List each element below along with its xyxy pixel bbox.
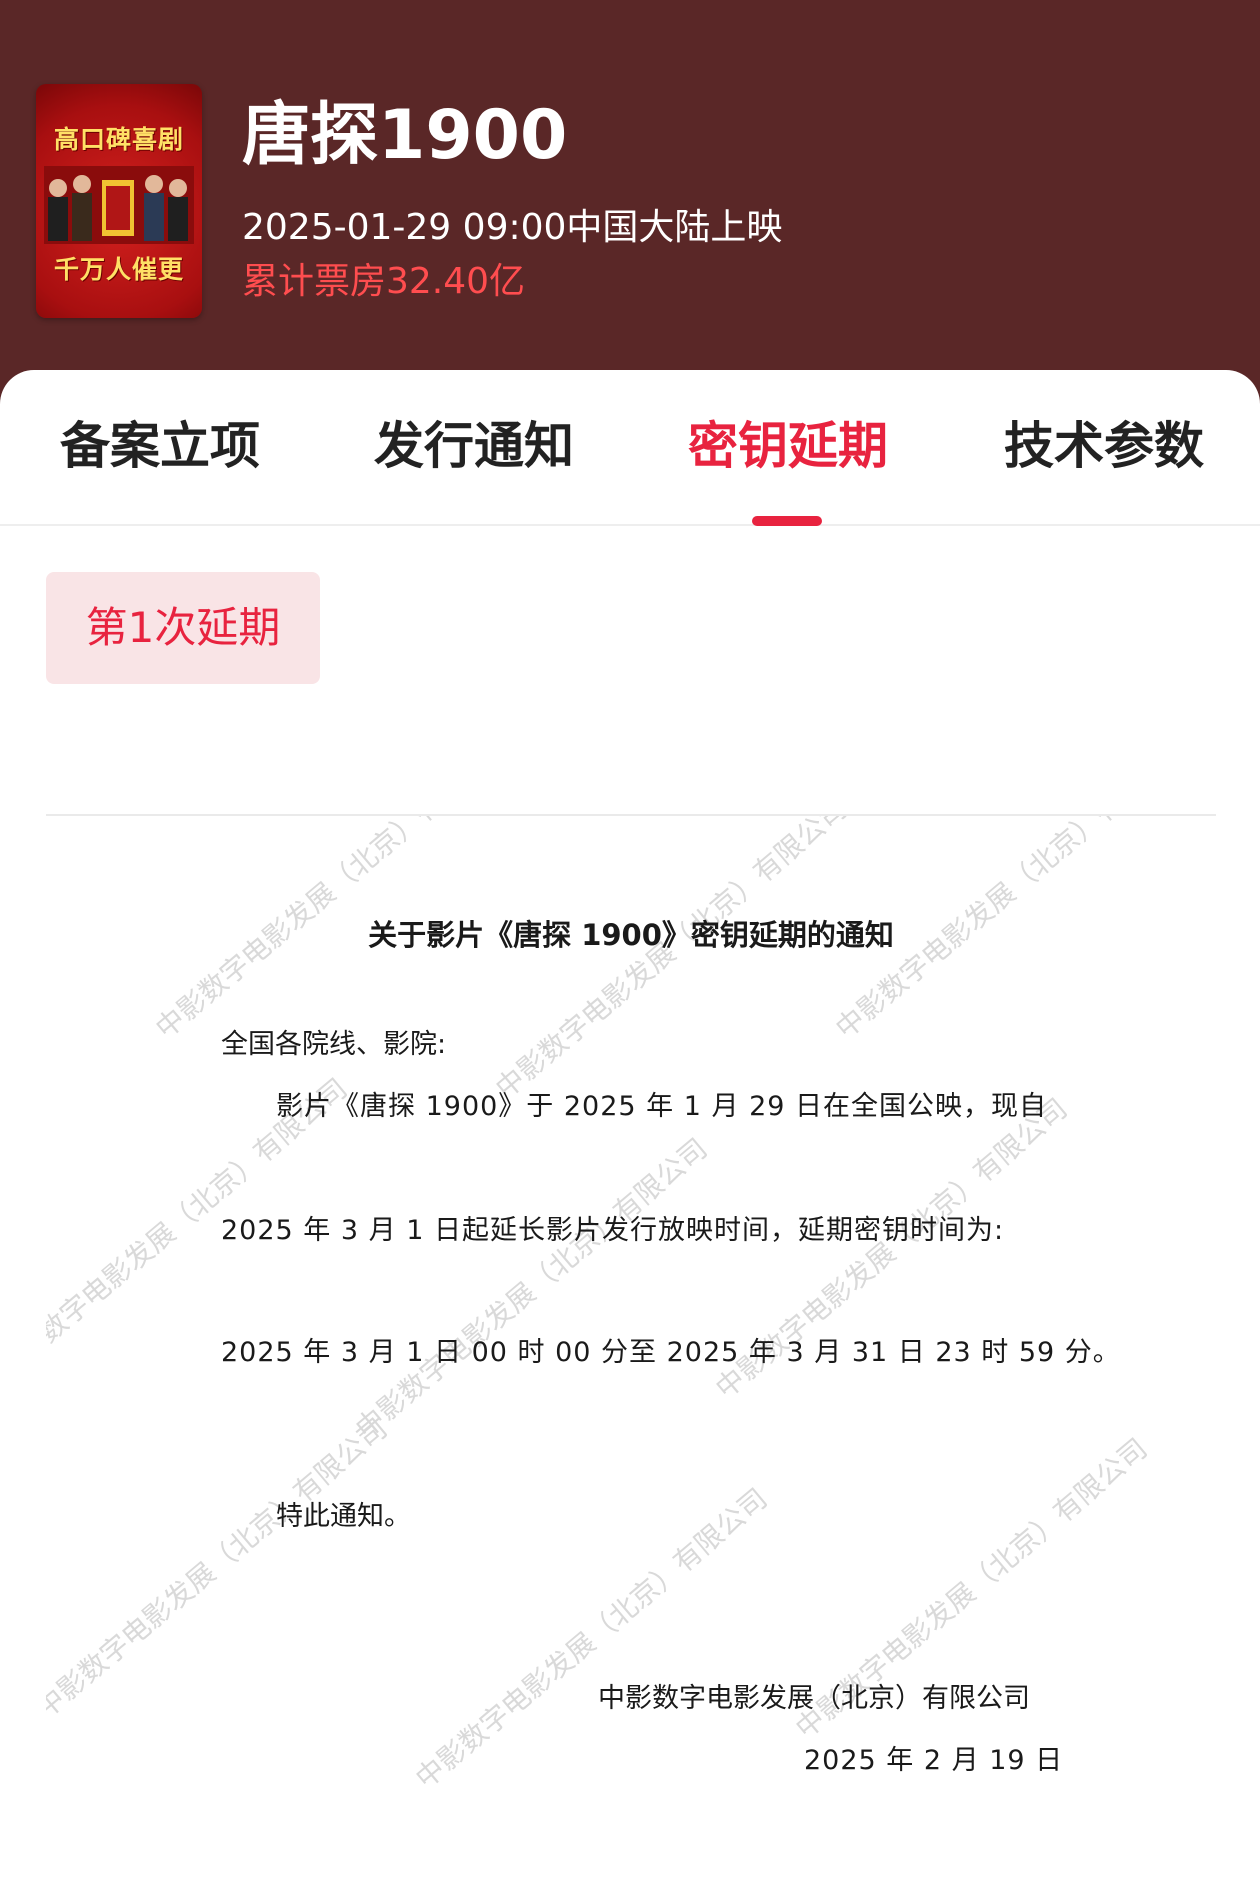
- poster-tagline-bottom: 千万人催更: [53, 255, 184, 284]
- movie-header: 高口碑喜剧 千万人催更 唐探1900 2025-01-29 09:00中国大陆上…: [0, 0, 1260, 420]
- active-tab-indicator: [752, 516, 822, 526]
- tab-distribution-notice[interactable]: 发行通知: [364, 416, 584, 476]
- poster-cast-image: [44, 166, 194, 244]
- notice-issuer: 中影数字电影发展（北京）有限公司: [598, 1683, 1030, 1714]
- notice-body-line: 2025 年 3 月 1 日起延长影片发行放映时间，延期密钥时间为:: [221, 1215, 1005, 1246]
- notice-document: 中影数字电影发展（北京）有限公司 中影数字电影发展（北京）有限公司 中影数字电影…: [46, 814, 1216, 1878]
- watermark: 中影数字电影发展（北京）有限公司: [46, 1411, 394, 1726]
- tab-tech-params[interactable]: 技术参数: [994, 416, 1214, 476]
- content-card: 备案立项 发行通知 密钥延期 技术参数 第1次延期 中影数字电影发展（北京）有限…: [0, 370, 1260, 1878]
- tab-key-extension[interactable]: 密钥延期: [678, 416, 898, 476]
- watermark: 中影数字电影发展（北京）有限公司: [349, 1131, 714, 1446]
- poster-tagline-top: 高口碑喜剧: [53, 125, 184, 154]
- notice-title: 关于影片《唐探 1900》密钥延期的通知: [368, 918, 894, 952]
- notice-body-line: 影片《唐探 1900》于 2025 年 1 月 29 日在全国公映，现自: [276, 1091, 1048, 1122]
- movie-title: 唐探1900: [242, 96, 568, 175]
- watermark: 中影数字电影发展（北京）有限公司: [489, 814, 854, 1106]
- release-info: 2025-01-29 09:00中国大陆上映: [242, 207, 783, 248]
- box-office: 累计票房32.40亿: [242, 261, 526, 302]
- notice-body-line: 2025 年 3 月 1 日 00 时 00 分至 2025 年 3 月 31 …: [221, 1337, 1121, 1368]
- tab-bar: 备案立项 发行通知 密钥延期 技术参数: [0, 370, 1260, 526]
- notice-date: 2025 年 2 月 19 日: [804, 1745, 1064, 1776]
- notice-salutation: 全国各院线、影院:: [221, 1029, 447, 1060]
- notice-closing: 特此通知。: [276, 1501, 411, 1532]
- tab-filing[interactable]: 备案立项: [50, 416, 270, 476]
- movie-poster[interactable]: 高口碑喜剧 千万人催更: [36, 84, 202, 318]
- watermark: 中影数字电影发展（北京）有限公司: [409, 1481, 774, 1796]
- extension-chip[interactable]: 第1次延期: [46, 572, 320, 684]
